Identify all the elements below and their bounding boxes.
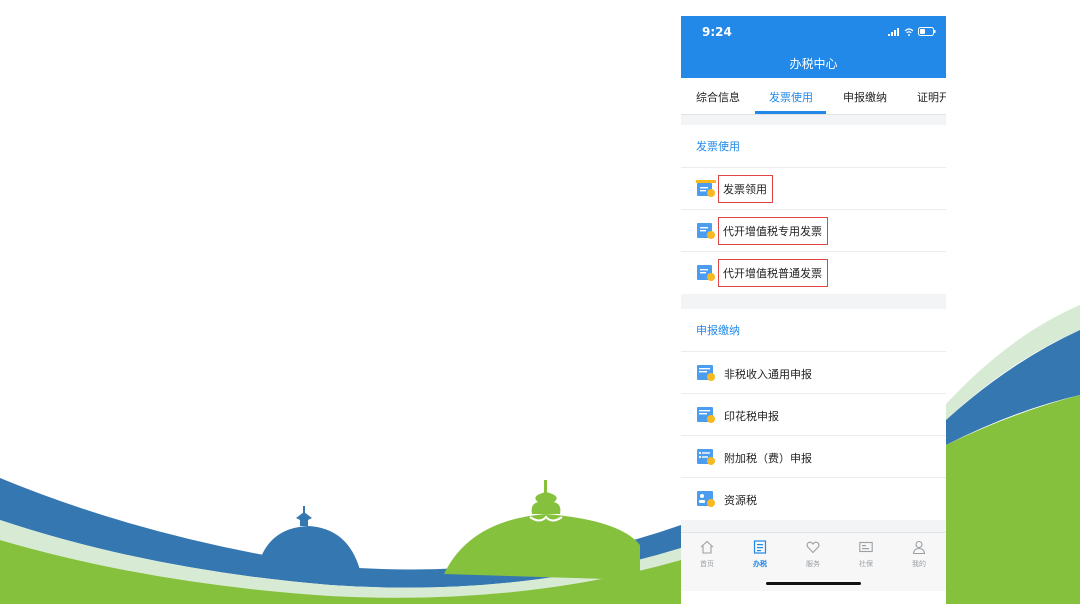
wifi-icon [904, 27, 914, 36]
stamp-tax-icon [697, 407, 715, 423]
person-icon [912, 540, 926, 555]
phone-screen: 9:24 办税中心 综合信息 发票使用 申报缴纳 证明开 发票使用 发票领用 代… [681, 16, 946, 591]
tax-document-icon [753, 540, 767, 554]
bottom-nav-service[interactable]: 服务 [793, 539, 833, 569]
vat-special-invoice-icon [697, 223, 715, 239]
heart-icon [806, 541, 820, 554]
section-title-text: 申报缴纳 [696, 324, 740, 337]
bottom-nav-mine[interactable]: 我的 [899, 539, 939, 569]
list-item-label: 非税收入通用申报 [724, 368, 812, 381]
list-item-resource-tax[interactable]: 资源税 [681, 477, 946, 520]
page-title: 办税中心 [789, 57, 838, 71]
section-title-text: 发票使用 [696, 140, 740, 153]
list-item-vat-general-invoice[interactable]: 代开增值税普通发票 [681, 251, 946, 294]
bottom-nav-label: 社保 [859, 560, 873, 568]
tab-certificate[interactable]: 证明开 [917, 89, 946, 105]
home-icon [700, 540, 714, 554]
list-item-invoice-pickup[interactable]: 发票领用 [681, 167, 946, 210]
list-item-vat-special-invoice[interactable]: 代开增值税专用发票 [681, 209, 946, 252]
bottom-nav-home[interactable]: 首页 [687, 539, 727, 569]
list-item-label: 代开增值税专用发票 [718, 217, 828, 245]
status-time: 9:24 [702, 25, 732, 39]
bottom-nav-social-security[interactable]: 社保 [846, 539, 886, 569]
bottom-nav-tax[interactable]: 办税 [740, 539, 780, 569]
vat-general-invoice-icon [697, 265, 715, 281]
tab-bar: 综合信息 发票使用 申报缴纳 证明开 [681, 78, 946, 115]
green-dome [444, 514, 640, 580]
list-item-label: 印花税申报 [724, 410, 779, 423]
blue-dome-finial [296, 512, 312, 526]
bottom-nav: 首页 办税 服务 社保 我的 [681, 532, 946, 591]
section-title-declare: 申报缴纳 [681, 309, 946, 351]
home-indicator[interactable] [766, 582, 861, 585]
green-dome-spire [544, 480, 547, 494]
signal-icon [888, 27, 899, 36]
active-tab-indicator [755, 111, 826, 114]
list-item-label: 代开增值税普通发票 [718, 259, 828, 287]
section-title-invoice: 发票使用 [681, 125, 946, 167]
invoice-pickup-icon [696, 180, 716, 197]
header-bar: 9:24 办税中心 [681, 16, 946, 78]
list-item-label: 附加税（费）申报 [724, 452, 812, 465]
non-tax-income-icon [697, 365, 715, 381]
list-item-label: 资源税 [724, 494, 757, 507]
surtax-icon [697, 449, 715, 465]
social-security-card-icon [859, 541, 873, 553]
status-icons [888, 27, 936, 36]
blue-dome [258, 526, 360, 570]
list-item-surtax[interactable]: 附加税（费）申报 [681, 435, 946, 478]
tab-general-info[interactable]: 综合信息 [696, 89, 740, 105]
list-item-label: 发票领用 [718, 175, 773, 203]
resource-tax-icon [697, 491, 715, 507]
bottom-nav-label: 办税 [753, 560, 767, 568]
tab-invoice-use[interactable]: 发票使用 [769, 89, 813, 105]
bottom-nav-label: 服务 [806, 560, 820, 568]
green-dome-finial [531, 492, 561, 514]
blue-dome-spire [303, 506, 305, 514]
bottom-nav-label: 我的 [912, 560, 926, 568]
tab-declare-pay[interactable]: 申报缴纳 [843, 89, 887, 105]
bottom-nav-label: 首页 [700, 560, 714, 568]
list-item-non-tax-income[interactable]: 非税收入通用申报 [681, 351, 946, 394]
battery-icon [918, 27, 936, 36]
list-item-stamp-tax[interactable]: 印花税申报 [681, 393, 946, 436]
